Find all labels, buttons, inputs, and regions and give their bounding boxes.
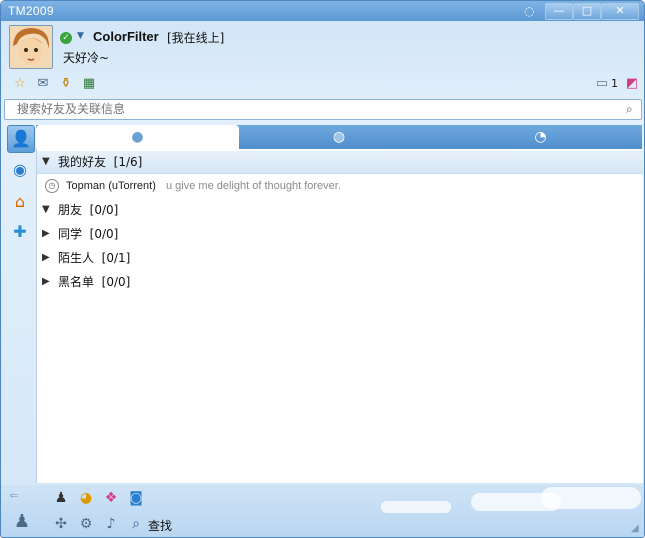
browser-icon[interactable]: ◙: [127, 489, 145, 507]
chevron-down-icon: ▼: [42, 156, 50, 167]
title-bar[interactable]: TM2009 ◌ — □ ✕: [1, 1, 644, 21]
group-classmates[interactable]: ▶ 同学 [0/0]: [37, 223, 643, 245]
skin-icon[interactable]: ◩: [624, 76, 640, 92]
group-count: [0/1]: [101, 251, 131, 265]
wallet-icon[interactable]: ⚱: [58, 76, 74, 92]
window-title: TM2009: [8, 4, 54, 18]
group-blacklist[interactable]: ▶ 黑名单 [0/0]: [37, 271, 643, 293]
close-button[interactable]: ✕: [601, 3, 639, 20]
tab-groups[interactable]: ◍: [239, 125, 439, 149]
chat-bubble-icon[interactable]: ◌: [524, 4, 540, 18]
star-icon[interactable]: ☆: [12, 76, 28, 92]
message-count[interactable]: 1: [611, 77, 618, 90]
add-icon[interactable]: ✚: [7, 219, 33, 245]
settings-icon[interactable]: ⚙: [77, 515, 95, 533]
bottom-bar: ⇐ ♟ ◕ ❖ ◙ ♟ ✣ ⚙ ♪ ⌕ 查找: [1, 485, 644, 537]
main-window: TM2009 ◌ — □ ✕ ✓ ▼ ColorFilter [我在线上] 天好…: [0, 0, 645, 538]
find-icon[interactable]: ⌕: [127, 515, 145, 533]
chevron-right-icon: ▶: [42, 276, 50, 287]
contact-item[interactable]: ◷ Topman (uTorrent) u give me delight of…: [37, 175, 643, 197]
online-status-icon[interactable]: ✓: [60, 32, 72, 44]
arrow-left-icon[interactable]: ⇐: [5, 487, 23, 505]
contact-mood: u give me delight of thought forever.: [166, 180, 341, 192]
group-name: 我的好友: [58, 155, 107, 169]
find-button[interactable]: 查找: [148, 517, 172, 534]
search-box[interactable]: ⌕: [4, 99, 642, 120]
group-strangers[interactable]: ▶ 陌生人 [0/1]: [37, 247, 643, 269]
search-icon[interactable]: ⌕: [626, 102, 640, 116]
tools-icon[interactable]: ✣: [52, 515, 70, 533]
tab-contacts[interactable]: ●: [36, 125, 239, 149]
contact-list: ▼ 我的好友 [1/6] ◷ Topman (uTorrent) u give …: [36, 149, 643, 483]
note-icon[interactable]: ▦: [81, 76, 97, 92]
pet-icon[interactable]: ❖: [102, 489, 120, 507]
nickname: ColorFilter: [93, 29, 159, 44]
group-friends[interactable]: ▼ 朋友 [0/0]: [37, 199, 643, 221]
group-name: 同学: [58, 227, 83, 241]
tab-bar: ● ◍ ◔: [36, 125, 642, 149]
house-icon[interactable]: ⌂: [7, 189, 33, 215]
group-chat-icon: ◍: [332, 129, 346, 145]
minimize-button[interactable]: —: [545, 3, 573, 20]
cloud-decoration: [381, 501, 451, 513]
group-count: [1/6]: [113, 155, 143, 169]
chevron-right-icon: ▶: [42, 228, 50, 239]
group-name: 黑名单: [58, 275, 95, 289]
clock-icon: ◷: [45, 179, 59, 193]
mail-icon[interactable]: ✉: [35, 76, 51, 92]
chevron-down-icon: ▼: [42, 204, 50, 215]
tab-recent[interactable]: ◔: [439, 125, 642, 149]
cloud-decoration: [541, 487, 641, 509]
main-menu-icon[interactable]: ♟: [11, 513, 33, 535]
sidebar: 👤 ◉ ⌂ ✚: [4, 123, 35, 485]
chevron-right-icon: ▶: [42, 252, 50, 263]
maximize-button[interactable]: □: [573, 3, 601, 20]
signature[interactable]: 天好冷~: [63, 49, 109, 66]
avatar[interactable]: [9, 25, 53, 69]
group-count: [0/0]: [89, 203, 119, 217]
contacts-icon[interactable]: 👤: [7, 125, 35, 153]
sound-icon[interactable]: ♪: [102, 515, 120, 533]
message-icon[interactable]: ▭: [594, 76, 610, 92]
group-my-friends[interactable]: ▼ 我的好友 [1/6]: [37, 151, 643, 174]
music-icon[interactable]: ◕: [77, 489, 95, 507]
group-count: [0/0]: [89, 227, 119, 241]
status-text[interactable]: [我在线上]: [167, 29, 224, 46]
recent-icon: ◔: [534, 129, 547, 145]
group-name: 陌生人: [58, 251, 95, 265]
group-count: [0/0]: [101, 275, 131, 289]
contact-name: Topman (uTorrent): [66, 180, 156, 192]
qzone-icon[interactable]: ◉: [7, 157, 33, 183]
chat-bubble-icon: ●: [131, 129, 144, 145]
search-input[interactable]: [17, 101, 617, 117]
qq-penguin-icon[interactable]: ♟: [52, 489, 70, 507]
group-name: 朋友: [58, 203, 83, 217]
resize-grip-icon[interactable]: ◢: [631, 523, 639, 534]
status-dropdown-icon[interactable]: ▼: [77, 31, 84, 41]
